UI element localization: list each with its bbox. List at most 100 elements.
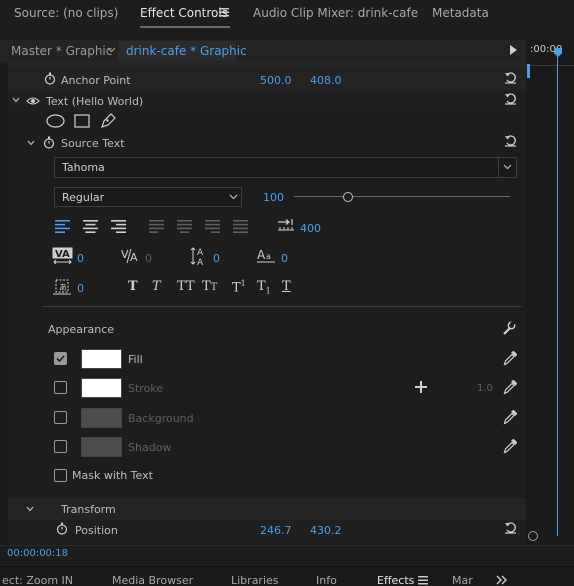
superscript-button[interactable]: T1	[232, 279, 246, 295]
justify-center-icon[interactable]	[177, 220, 192, 233]
add-stroke-icon[interactable]	[415, 381, 427, 393]
eye-icon[interactable]	[26, 96, 40, 106]
panel-menu-icon[interactable]	[219, 8, 229, 17]
tab-media-browser[interactable]: Media Browser	[112, 574, 193, 586]
panel-menu-icon[interactable]	[418, 576, 428, 585]
font-family-dropdown[interactable]	[54, 157, 517, 178]
timecode-bar	[0, 545, 574, 563]
underline-button[interactable]: T	[282, 279, 291, 294]
bottom-tab-bar	[0, 566, 574, 586]
play-triangle-icon[interactable]	[510, 45, 517, 55]
tab-markers[interactable]: Mar	[452, 574, 473, 586]
tab-info[interactable]: Info	[316, 574, 337, 586]
timeline-blue-marker	[527, 64, 530, 78]
align-right-icon[interactable]	[111, 220, 126, 233]
font-size-value[interactable]: 100	[263, 191, 284, 204]
stroke-width-value[interactable]: 1.0	[477, 383, 493, 394]
anchor-point-label: Anchor Point	[61, 74, 131, 87]
svg-text:a: a	[266, 252, 271, 261]
reset-icon[interactable]	[504, 92, 517, 105]
tab-libraries[interactable]: Libraries	[231, 574, 279, 586]
all-caps-button[interactable]: TT	[177, 279, 195, 294]
clip-name-link[interactable]: drink-cafe * Graphic	[126, 44, 247, 58]
fill-label: Fill	[128, 353, 143, 366]
stroke-color-swatch[interactable]	[81, 378, 122, 398]
background-label: Background	[128, 412, 194, 425]
tab-audio-clip-mixer[interactable]: Audio Clip Mixer: drink-cafe	[253, 6, 418, 20]
reset-icon[interactable]	[504, 521, 517, 534]
justify-right-icon[interactable]	[205, 220, 220, 233]
fill-checkbox[interactable]	[54, 352, 67, 365]
svg-text:VA: VA	[55, 249, 70, 260]
font-size-slider-track[interactable]	[294, 196, 510, 197]
font-style-value: Regular	[62, 191, 105, 204]
chevron-down-icon[interactable]	[229, 194, 238, 200]
current-timecode[interactable]: 00:00:00:18	[7, 548, 68, 559]
timeline-ruler	[526, 60, 574, 66]
tracking-value[interactable]: 0	[145, 252, 152, 265]
transform-label: Transform	[61, 503, 116, 516]
shadow-label: Shadow	[128, 441, 172, 454]
svg-text:A: A	[257, 248, 266, 262]
background-checkbox[interactable]	[54, 411, 67, 424]
fill-color-swatch[interactable]	[81, 349, 122, 369]
tab-effect-controls[interactable]: Effect Controls	[140, 6, 228, 20]
chevron-down-icon[interactable]	[107, 47, 116, 53]
position-x[interactable]: 246.7	[260, 524, 292, 537]
tab-width-value[interactable]: 400	[300, 222, 321, 235]
leading-value[interactable]: 0	[213, 252, 220, 265]
pen-mask-icon[interactable]	[100, 112, 117, 129]
tab-source[interactable]: Source: (no clips)	[14, 6, 118, 20]
more-tabs-icon[interactable]	[496, 575, 508, 585]
position-label: Position	[75, 524, 118, 537]
shadow-checkbox[interactable]	[54, 440, 67, 453]
faux-italic-button[interactable]: T	[152, 279, 161, 294]
mask-with-text-label: Mask with Text	[72, 469, 153, 482]
align-left-icon[interactable]	[55, 220, 70, 233]
eyedropper-icon[interactable]	[503, 351, 517, 366]
rectangle-mask-icon[interactable]	[74, 114, 90, 128]
section-divider	[42, 306, 522, 307]
kerning-value[interactable]: 0	[77, 252, 84, 265]
timeline-zoom-handle[interactable]	[528, 531, 538, 541]
active-tab-underline	[140, 26, 230, 28]
mask-with-text-checkbox[interactable]	[54, 469, 67, 482]
chevron-down-icon[interactable]	[503, 164, 512, 170]
tsume-value[interactable]: 0	[77, 282, 84, 295]
collapse-chevron-icon[interactable]	[12, 97, 20, 103]
playhead-line[interactable]	[557, 56, 558, 536]
anchor-point-x[interactable]: 500.0	[260, 74, 292, 87]
stroke-label: Stroke	[128, 382, 164, 395]
tab-effect-zoom[interactable]: ect: Zoom IN	[2, 574, 73, 586]
tab-metadata[interactable]: Metadata	[432, 6, 489, 20]
stopwatch-icon[interactable]	[56, 522, 68, 535]
subscript-button[interactable]: T1	[257, 279, 271, 296]
position-y[interactable]: 430.2	[310, 524, 342, 537]
anchor-point-y[interactable]: 408.0	[310, 74, 342, 87]
ellipse-mask-icon[interactable]	[46, 114, 65, 128]
tab-effects[interactable]: Effects	[377, 574, 414, 586]
faux-bold-button[interactable]: T	[128, 279, 138, 294]
wrench-icon[interactable]	[501, 321, 516, 336]
font-size-slider-handle[interactable]	[343, 192, 353, 202]
reset-icon[interactable]	[504, 134, 517, 147]
collapse-chevron-icon[interactable]	[27, 140, 35, 146]
shadow-color-swatch[interactable]	[81, 437, 122, 457]
stopwatch-icon[interactable]	[44, 72, 56, 85]
justify-all-icon[interactable]	[233, 220, 248, 233]
small-caps-button[interactable]: TT	[202, 279, 217, 294]
eyedropper-icon[interactable]	[503, 439, 517, 454]
background-color-swatch[interactable]	[81, 408, 122, 428]
baseline-shift-value[interactable]: 0	[281, 252, 288, 265]
eyedropper-icon[interactable]	[503, 410, 517, 425]
svg-text:A: A	[130, 251, 138, 264]
justify-left-icon[interactable]	[149, 220, 164, 233]
align-center-icon[interactable]	[83, 220, 98, 233]
stopwatch-icon[interactable]	[43, 136, 55, 149]
master-clip-label[interactable]: Master * Graphic	[11, 44, 112, 58]
eyedropper-icon[interactable]	[503, 380, 517, 395]
reset-icon[interactable]	[504, 71, 517, 84]
stroke-checkbox[interactable]	[54, 381, 67, 394]
scroll-strip	[0, 62, 8, 545]
collapse-chevron-icon[interactable]	[26, 506, 34, 512]
